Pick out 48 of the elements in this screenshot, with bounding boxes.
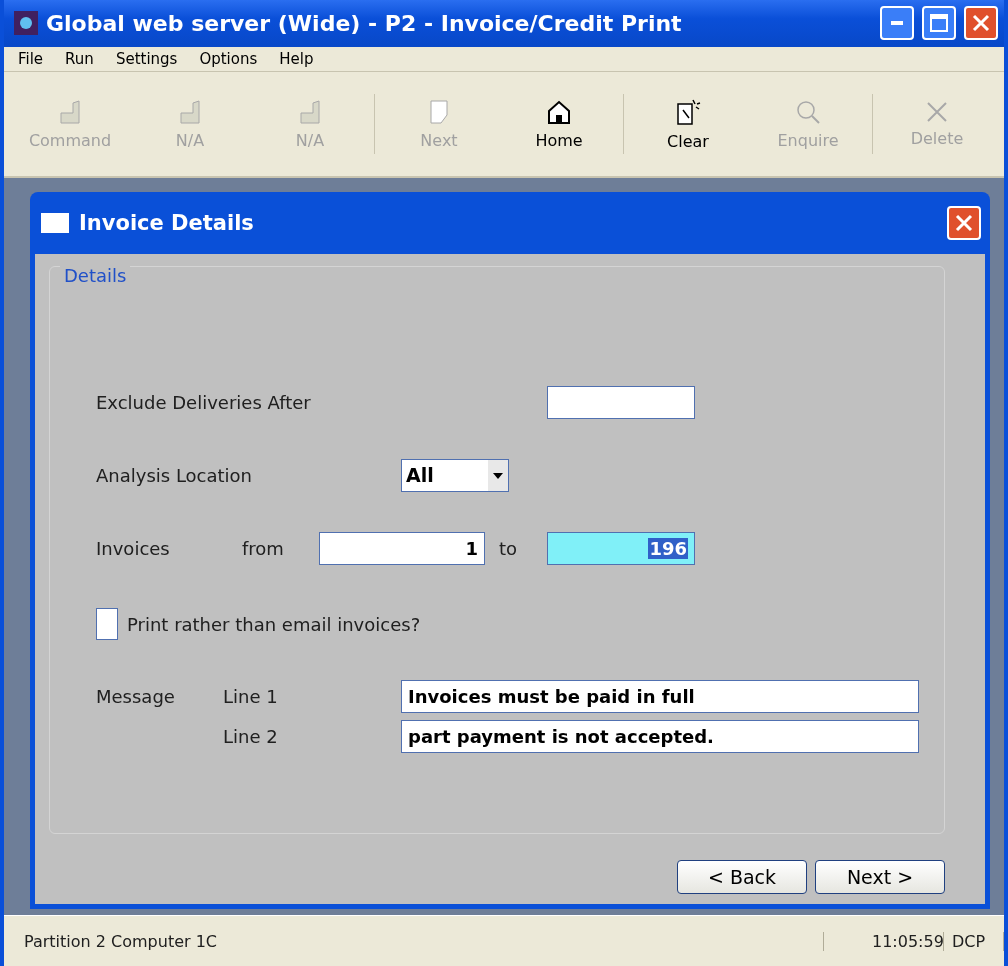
field-label: from [242,537,285,559]
toolbar-button[interactable]: Home [499,98,619,150]
message-field[interactable]: Invoices must be paid in full [401,679,919,713]
minimize-icon [891,21,903,26]
from-field[interactable]: 1 [319,531,485,565]
function-key-icon [299,98,321,125]
toolbar-button[interactable]: Clear [628,97,748,151]
window-title: Global web server (Wide) - P2 - Invoice/Credit Print [46,10,683,36]
house-icon [546,98,572,125]
field-label: Exclude Deliveries After [96,391,312,413]
close-icon [926,100,948,123]
status-text: Partition 2 Computer 1C [16,931,824,951]
function-key-icon [179,98,201,125]
field-label: Message [96,685,176,707]
field-label: to [498,537,519,559]
status-code: DCP [944,931,1004,951]
maximize-icon [930,14,948,33]
window-icon [41,213,69,234]
close-button[interactable] [964,6,998,41]
location-dropdown[interactable]: All [401,458,509,492]
close-button[interactable] [947,206,981,241]
nav-button[interactable]: < Back [677,860,807,895]
field-label: Invoices [96,537,171,559]
checkbox[interactable] [96,608,118,641]
status-time: 11:05:59 [864,931,944,951]
search-icon [795,98,821,125]
close-icon [955,214,973,233]
page-sparkle-icon [675,97,701,126]
field-label: Line 1 [223,685,279,707]
menu-item[interactable]: Settings [115,50,178,69]
close-icon [972,14,990,33]
menu-item[interactable]: Help [279,50,314,69]
field-label: Line 2 [223,725,279,747]
date-field[interactable] [547,385,695,419]
field-label: Analysis Location [96,464,253,486]
menu-item[interactable]: Options [199,50,258,69]
page-icon [429,98,449,125]
menu-item[interactable]: File [18,50,44,69]
app-icon [14,11,38,36]
minimize-button[interactable] [880,6,914,41]
dialog-title: Invoice Details [79,211,255,236]
menu-item[interactable]: Run [65,50,94,69]
to-field[interactable]: 196 [547,531,695,565]
message-field[interactable]: part payment is not accepted. [401,719,919,753]
checkbox-label: Print rather than email invoices? [127,613,422,635]
maximize-button[interactable] [922,6,956,41]
function-key-icon [59,98,81,125]
nav-button[interactable]: Next > [815,860,945,895]
